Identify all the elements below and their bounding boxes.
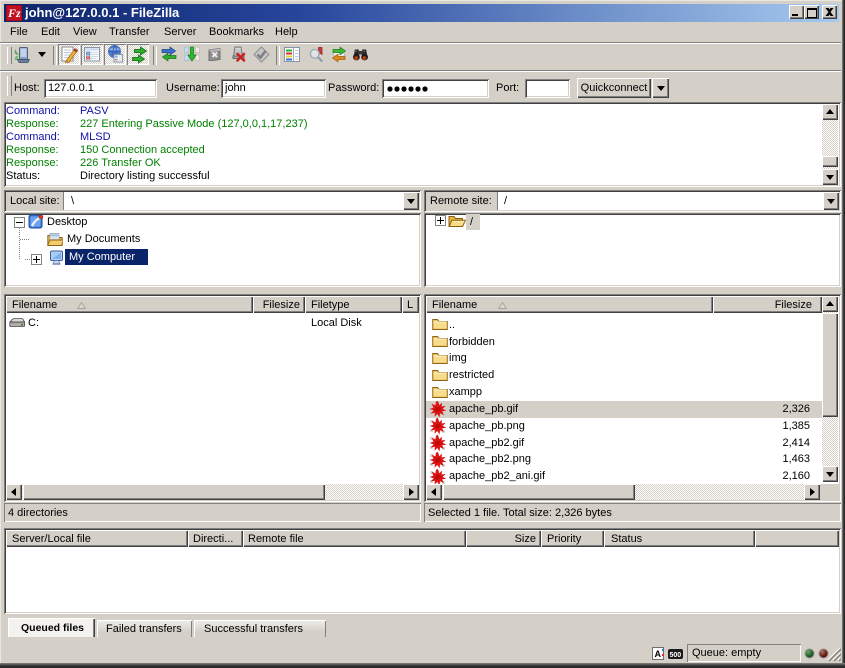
svg-text:Fz: Fz	[7, 6, 21, 20]
